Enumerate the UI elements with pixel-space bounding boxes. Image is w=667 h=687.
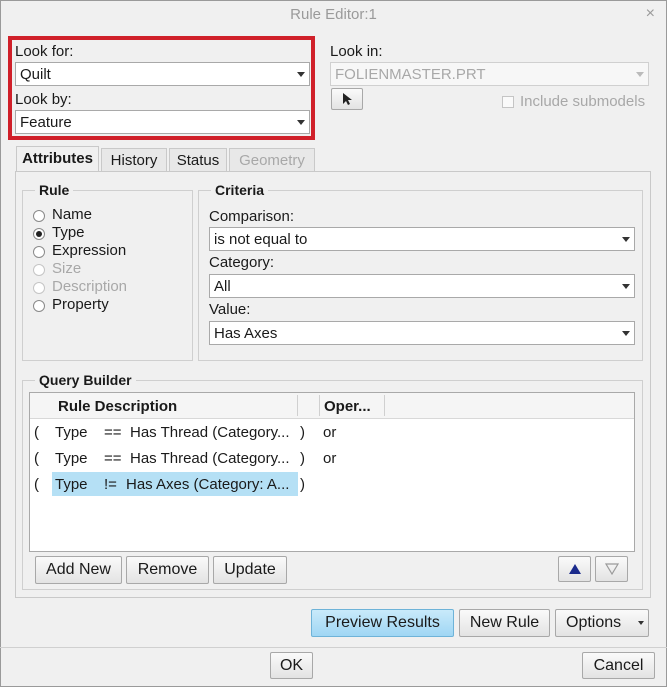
look-in-label: Look in:: [330, 43, 383, 60]
row-attribute: Type: [55, 476, 88, 493]
rule-size-label: Size: [52, 260, 82, 277]
highlight-box: [8, 36, 315, 140]
look-in-dropdown[interactable]: FOLIENMASTER.PRT: [330, 62, 649, 86]
row-description: Has Thread (Category...: [130, 450, 290, 467]
chevron-down-icon: [618, 322, 634, 344]
chevron-down-icon: [618, 275, 634, 297]
tab-attributes[interactable]: Attributes: [16, 146, 99, 172]
tab-history[interactable]: History: [101, 148, 167, 172]
tab-status[interactable]: Status: [169, 148, 227, 172]
chevron-down-icon: [632, 63, 648, 85]
rule-name-radio[interactable]: [33, 210, 45, 222]
options-label: Options: [566, 614, 622, 631]
rule-size-radio[interactable]: [33, 264, 45, 276]
options-button[interactable]: Options: [555, 609, 649, 637]
triangle-down-icon: [604, 563, 619, 576]
column-separator: [384, 395, 385, 416]
triangle-up-icon: [568, 564, 581, 574]
row-attribute: Type: [55, 424, 88, 441]
window-title: Rule Editor:1: [290, 6, 377, 23]
row-logic-operator: or: [323, 450, 337, 467]
query-builder-title: Query Builder: [35, 372, 136, 388]
close-icon[interactable]: ×: [646, 5, 655, 23]
rule-group-title: Rule: [35, 182, 74, 198]
rule-type-radio[interactable]: [33, 228, 45, 240]
rule-property-label: Property: [52, 296, 109, 313]
rule-name-label: Name: [52, 206, 93, 223]
query-list-header: Rule Description Oper...: [30, 393, 634, 419]
chevron-down-icon: [618, 228, 634, 250]
move-up-button[interactable]: [558, 556, 591, 582]
comparison-label: Comparison:: [209, 208, 295, 225]
cancel-button[interactable]: Cancel: [582, 652, 655, 679]
table-row[interactable]: ( Type == Has Thread (Category... ) or: [30, 420, 634, 444]
move-down-button[interactable]: [595, 556, 628, 582]
comparison-dropdown[interactable]: is not equal to: [209, 227, 635, 251]
rule-expression-label: Expression: [52, 242, 127, 259]
row-attribute: Type: [55, 450, 88, 467]
rule-expression-radio[interactable]: [33, 246, 45, 258]
comparison-value: is not equal to: [214, 231, 308, 248]
value-label: Value:: [209, 301, 251, 318]
row-operator: ==: [104, 450, 122, 467]
row-close-paren: ): [300, 450, 305, 467]
row-operator: !=: [104, 476, 117, 493]
row-open-paren: (: [34, 450, 39, 467]
table-row-selected[interactable]: ( Type != Has Axes (Category: A... ): [30, 472, 634, 496]
new-rule-button[interactable]: New Rule: [459, 609, 550, 637]
column-rule-description[interactable]: Rule Description: [58, 398, 177, 415]
row-description: Has Thread (Category...: [130, 424, 290, 441]
pick-model-button[interactable]: [331, 88, 363, 110]
footer-divider: [0, 647, 667, 648]
row-open-paren: (: [34, 424, 39, 441]
rule-type-label: Type: [52, 224, 85, 241]
row-open-paren: (: [34, 476, 39, 493]
query-list[interactable]: Rule Description Oper... ( Type == Has T…: [29, 392, 635, 552]
row-close-paren: ): [300, 476, 305, 493]
rule-description-label: Description: [52, 278, 128, 295]
category-label: Category:: [209, 254, 275, 271]
value-dropdown[interactable]: Has Axes: [209, 321, 635, 345]
cursor-arrow-icon: [343, 93, 352, 105]
update-button[interactable]: Update: [213, 556, 287, 584]
chevron-down-icon: [638, 621, 644, 625]
row-operator: ==: [104, 424, 122, 441]
row-logic-operator: or: [323, 424, 337, 441]
value-value: Has Axes: [214, 325, 278, 342]
category-dropdown[interactable]: All: [209, 274, 635, 298]
add-new-button[interactable]: Add New: [35, 556, 122, 584]
column-operator[interactable]: Oper...: [324, 398, 371, 415]
table-row[interactable]: ( Type == Has Thread (Category... ) or: [30, 446, 634, 470]
rule-group: [22, 190, 193, 361]
include-submodels-checkbox[interactable]: [502, 96, 514, 108]
column-separator: [297, 395, 298, 416]
row-close-paren: ): [300, 424, 305, 441]
row-description: Has Axes (Category: A...: [126, 476, 290, 493]
rule-property-radio[interactable]: [33, 300, 45, 312]
remove-button[interactable]: Remove: [126, 556, 209, 584]
column-separator: [319, 395, 320, 416]
include-submodels-label: Include submodels: [520, 93, 646, 110]
category-value: All: [214, 278, 231, 295]
ok-button[interactable]: OK: [270, 652, 313, 679]
criteria-group-title: Criteria: [211, 182, 269, 198]
look-in-value: FOLIENMASTER.PRT: [335, 66, 486, 83]
preview-results-button[interactable]: Preview Results: [311, 609, 454, 637]
rule-description-radio[interactable]: [33, 282, 45, 294]
tab-geometry[interactable]: Geometry: [229, 148, 315, 172]
